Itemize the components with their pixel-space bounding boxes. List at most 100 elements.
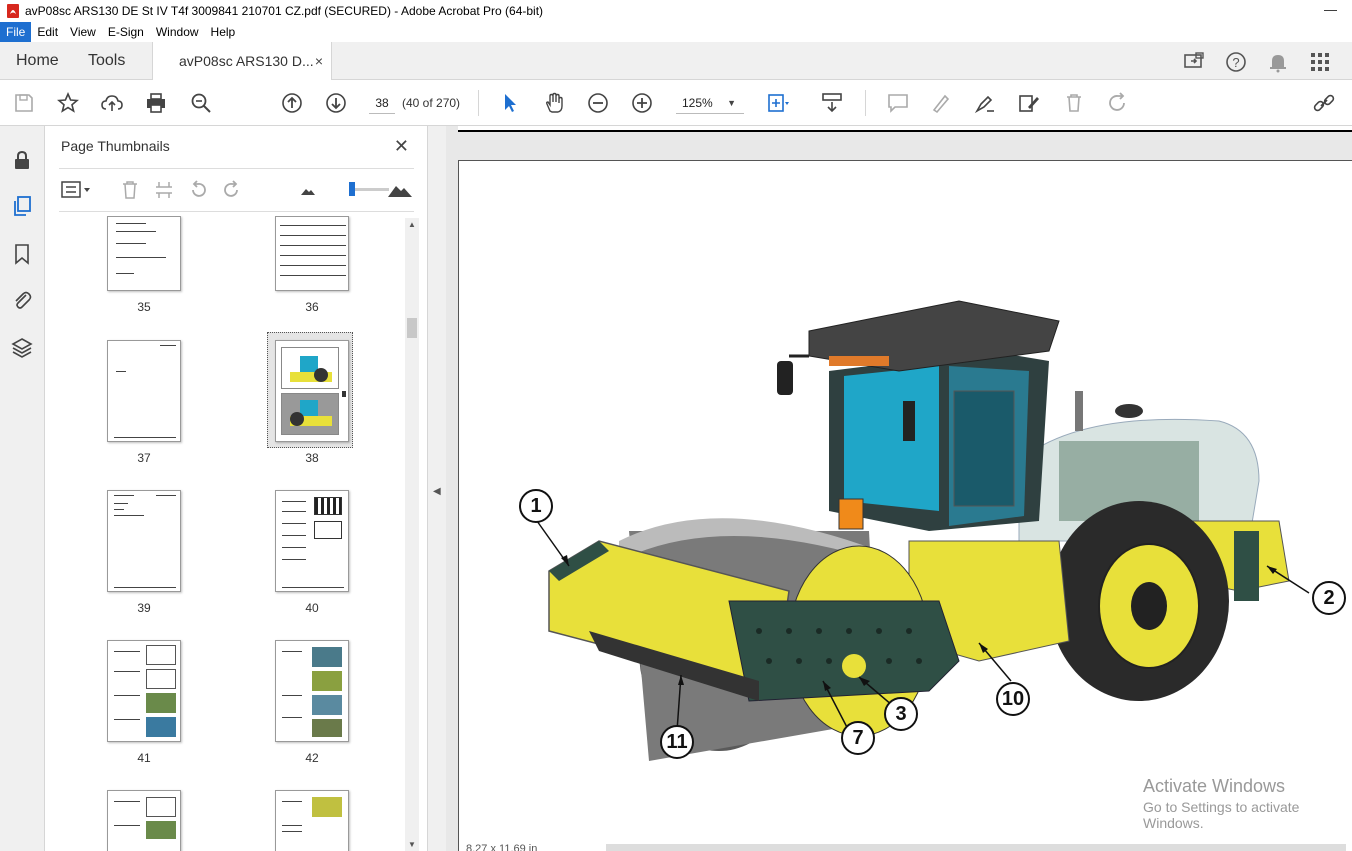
activate-windows-watermark: Activate Windows Go to Settings to activ… [1143, 776, 1352, 831]
help-icon[interactable]: ? [1224, 50, 1248, 74]
thumbnail-page-number: 39 [137, 601, 151, 615]
thumbnail-page-number: 37 [137, 451, 151, 465]
zoom-in-icon[interactable] [630, 91, 654, 115]
thumbnail-page-number: 35 [137, 300, 151, 314]
close-tab-icon[interactable]: × [315, 53, 323, 69]
extract-pages-icon[interactable] [153, 179, 175, 201]
tab-document[interactable]: avP08sc ARS130 D... × [152, 42, 332, 81]
page-number-input[interactable]: 38 [369, 92, 395, 114]
thumbnail-tools [59, 168, 414, 212]
thumbnail-image [275, 490, 349, 592]
scroll-up-icon[interactable]: ▲ [408, 220, 416, 229]
bookmark-icon[interactable] [10, 242, 34, 266]
page-count: (40 of 270) [402, 96, 461, 110]
thumbnail-image [107, 640, 181, 742]
thumbnail-page[interactable]: 40 [275, 490, 349, 615]
save-icon[interactable] [12, 91, 36, 115]
next-page-icon[interactable] [324, 91, 348, 115]
thumbnail-page[interactable]: 35 [107, 216, 181, 314]
edit-text-icon[interactable] [1017, 91, 1041, 115]
menu-edit[interactable]: Edit [31, 22, 64, 42]
slider-knob[interactable] [349, 182, 355, 196]
draw-pen-icon[interactable] [973, 91, 997, 115]
panel-collapse-handle[interactable]: ◀ [428, 126, 446, 851]
minimize-button[interactable]: — [1324, 2, 1338, 17]
menu-help[interactable]: Help [205, 22, 242, 42]
rotate-left-icon[interactable] [187, 179, 209, 201]
tab-home[interactable]: Home [16, 42, 59, 80]
select-cursor-icon[interactable] [498, 91, 522, 115]
svg-text:?: ? [1232, 55, 1239, 70]
thumbnail-page-selected[interactable]: 38 [267, 332, 353, 465]
callout-3: 3 [884, 697, 918, 731]
upload-cloud-icon[interactable] [100, 91, 124, 115]
delete-page-icon[interactable] [119, 179, 141, 201]
menu-view[interactable]: View [64, 22, 102, 42]
previous-page-icon[interactable] [280, 91, 304, 115]
thumbnail-larger-icon[interactable] [387, 179, 413, 201]
apps-grid-icon[interactable] [1308, 50, 1332, 74]
thumbnail-page-number: 38 [305, 451, 319, 465]
star-icon[interactable] [56, 91, 80, 115]
thumbnail-image [275, 790, 349, 851]
thumbnail-image [107, 216, 181, 291]
page-thumbnails-panel: Page Thumbnails ✕ 35 36 37 38 39 40 41 4… [45, 126, 428, 851]
thumbnail-page[interactable]: 36 [275, 216, 349, 314]
panel-title: Page Thumbnails [61, 138, 170, 154]
main-toolbar: 38 (40 of 270) 125% ▼ [0, 80, 1352, 126]
callout-10: 10 [996, 682, 1030, 716]
attachment-paperclip-icon[interactable] [10, 288, 34, 312]
scroll-mode-icon[interactable] [820, 91, 844, 115]
link-share-icon[interactable] [1312, 91, 1336, 115]
menu-esign[interactable]: E-Sign [102, 22, 150, 42]
pdf-page: 1 2 3 7 10 11 [458, 160, 1352, 851]
thumbnail-page[interactable] [107, 790, 181, 851]
fit-page-icon[interactable] [766, 91, 790, 115]
thumbnail-page[interactable] [275, 790, 349, 851]
callout-2: 2 [1312, 581, 1346, 615]
comment-icon[interactable] [886, 91, 910, 115]
hand-tool-icon[interactable] [542, 91, 566, 115]
rotate-right-icon[interactable] [221, 179, 243, 201]
zoom-level-select[interactable]: 125% ▼ [676, 92, 744, 114]
page-thumbnails-icon[interactable] [10, 194, 34, 218]
thumbnail-list: 35 36 37 38 39 40 41 42 [59, 216, 404, 851]
zoom-search-icon[interactable] [189, 91, 213, 115]
acrobat-pdf-icon [7, 4, 19, 18]
zoom-out-icon[interactable] [586, 91, 610, 115]
tab-tools[interactable]: Tools [88, 42, 125, 80]
options-menu-icon[interactable] [61, 179, 93, 201]
thumbnail-page[interactable]: 39 [107, 490, 181, 615]
thumbnail-page[interactable]: 37 [107, 340, 181, 465]
close-panel-icon[interactable]: ✕ [394, 136, 409, 157]
scrollbar-thumb[interactable] [407, 318, 417, 338]
redo-icon[interactable] [1106, 91, 1130, 115]
delete-trash-icon[interactable] [1062, 91, 1086, 115]
scroll-down-icon[interactable]: ▼ [408, 840, 416, 849]
roller-illustration [536, 300, 1310, 761]
horizontal-scrollbar[interactable] [606, 844, 1346, 851]
document-view[interactable]: 1 2 3 7 10 11 Activate Windows Go to Set… [446, 126, 1352, 851]
thumbnail-page[interactable]: 41 [107, 640, 181, 765]
thumbnail-size-slider[interactable] [349, 182, 389, 196]
bell-icon[interactable] [1266, 50, 1290, 74]
thumbnail-page[interactable]: 42 [275, 640, 349, 765]
layers-icon[interactable] [10, 336, 34, 360]
collapse-arrow-icon[interactable]: ◀ [433, 486, 441, 497]
tab-bar: Home Tools avP08sc ARS130 D... × ? [0, 42, 1352, 81]
callout-7: 7 [841, 721, 875, 755]
highlighter-icon[interactable] [929, 91, 953, 115]
thumbnail-scrollbar[interactable]: ▲ ▼ [405, 218, 419, 851]
share-screen-icon[interactable] [1182, 50, 1206, 74]
lock-icon[interactable] [10, 148, 34, 172]
callout-11: 11 [660, 725, 694, 759]
thumbnail-page-number: 40 [305, 601, 319, 615]
toolbar-divider [478, 90, 479, 116]
menu-file[interactable]: File [0, 22, 32, 42]
thumbnail-page-number: 36 [305, 300, 319, 314]
thumbnail-image [275, 640, 349, 742]
thumbnail-smaller-icon[interactable] [297, 179, 319, 201]
menu-window[interactable]: Window [150, 22, 205, 42]
print-icon[interactable] [144, 91, 168, 115]
thumbnail-image [107, 490, 181, 592]
